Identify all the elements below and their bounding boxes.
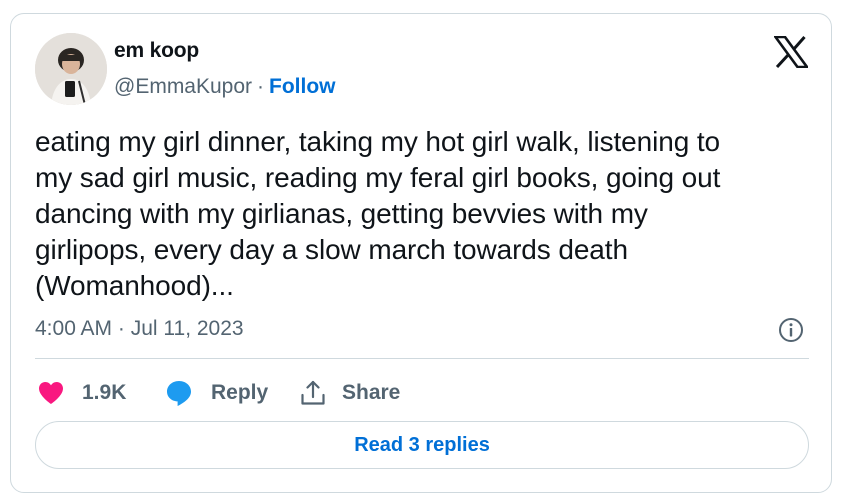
reply-label: Reply [211, 381, 269, 404]
avatar[interactable] [35, 33, 107, 105]
share-button[interactable]: Share [300, 377, 400, 409]
tweet-card: em koop @EmmaKupor · Follow eating my girl… [10, 13, 832, 493]
divider [35, 358, 809, 359]
timestamp[interactable]: 4:00 AM · Jul 11, 2023 [35, 317, 244, 341]
x-logo-icon[interactable] [772, 35, 810, 69]
separator-dot: · [257, 75, 265, 98]
follow-button[interactable]: Follow [269, 75, 336, 98]
read-replies-label: Read 3 replies [354, 433, 490, 456]
tweet-text: eating my girl dinner, taking my hot gir… [35, 126, 721, 301]
handle-row: @EmmaKupor · Follow [114, 75, 336, 99]
like-button[interactable]: 1.9K [38, 377, 126, 409]
read-replies-button[interactable]: Read 3 replies [35, 421, 809, 469]
speech-bubble-icon [165, 379, 193, 407]
handle[interactable]: @EmmaKupor [114, 75, 252, 98]
avatar-photo [35, 33, 107, 105]
display-name[interactable]: em koop [114, 39, 199, 63]
share-upload-icon [300, 380, 326, 406]
reply-button[interactable]: Reply [165, 377, 268, 409]
heart-icon [38, 381, 64, 405]
info-icon[interactable] [778, 317, 804, 343]
share-label: Share [342, 381, 401, 404]
like-count: 1.9K [82, 381, 127, 404]
